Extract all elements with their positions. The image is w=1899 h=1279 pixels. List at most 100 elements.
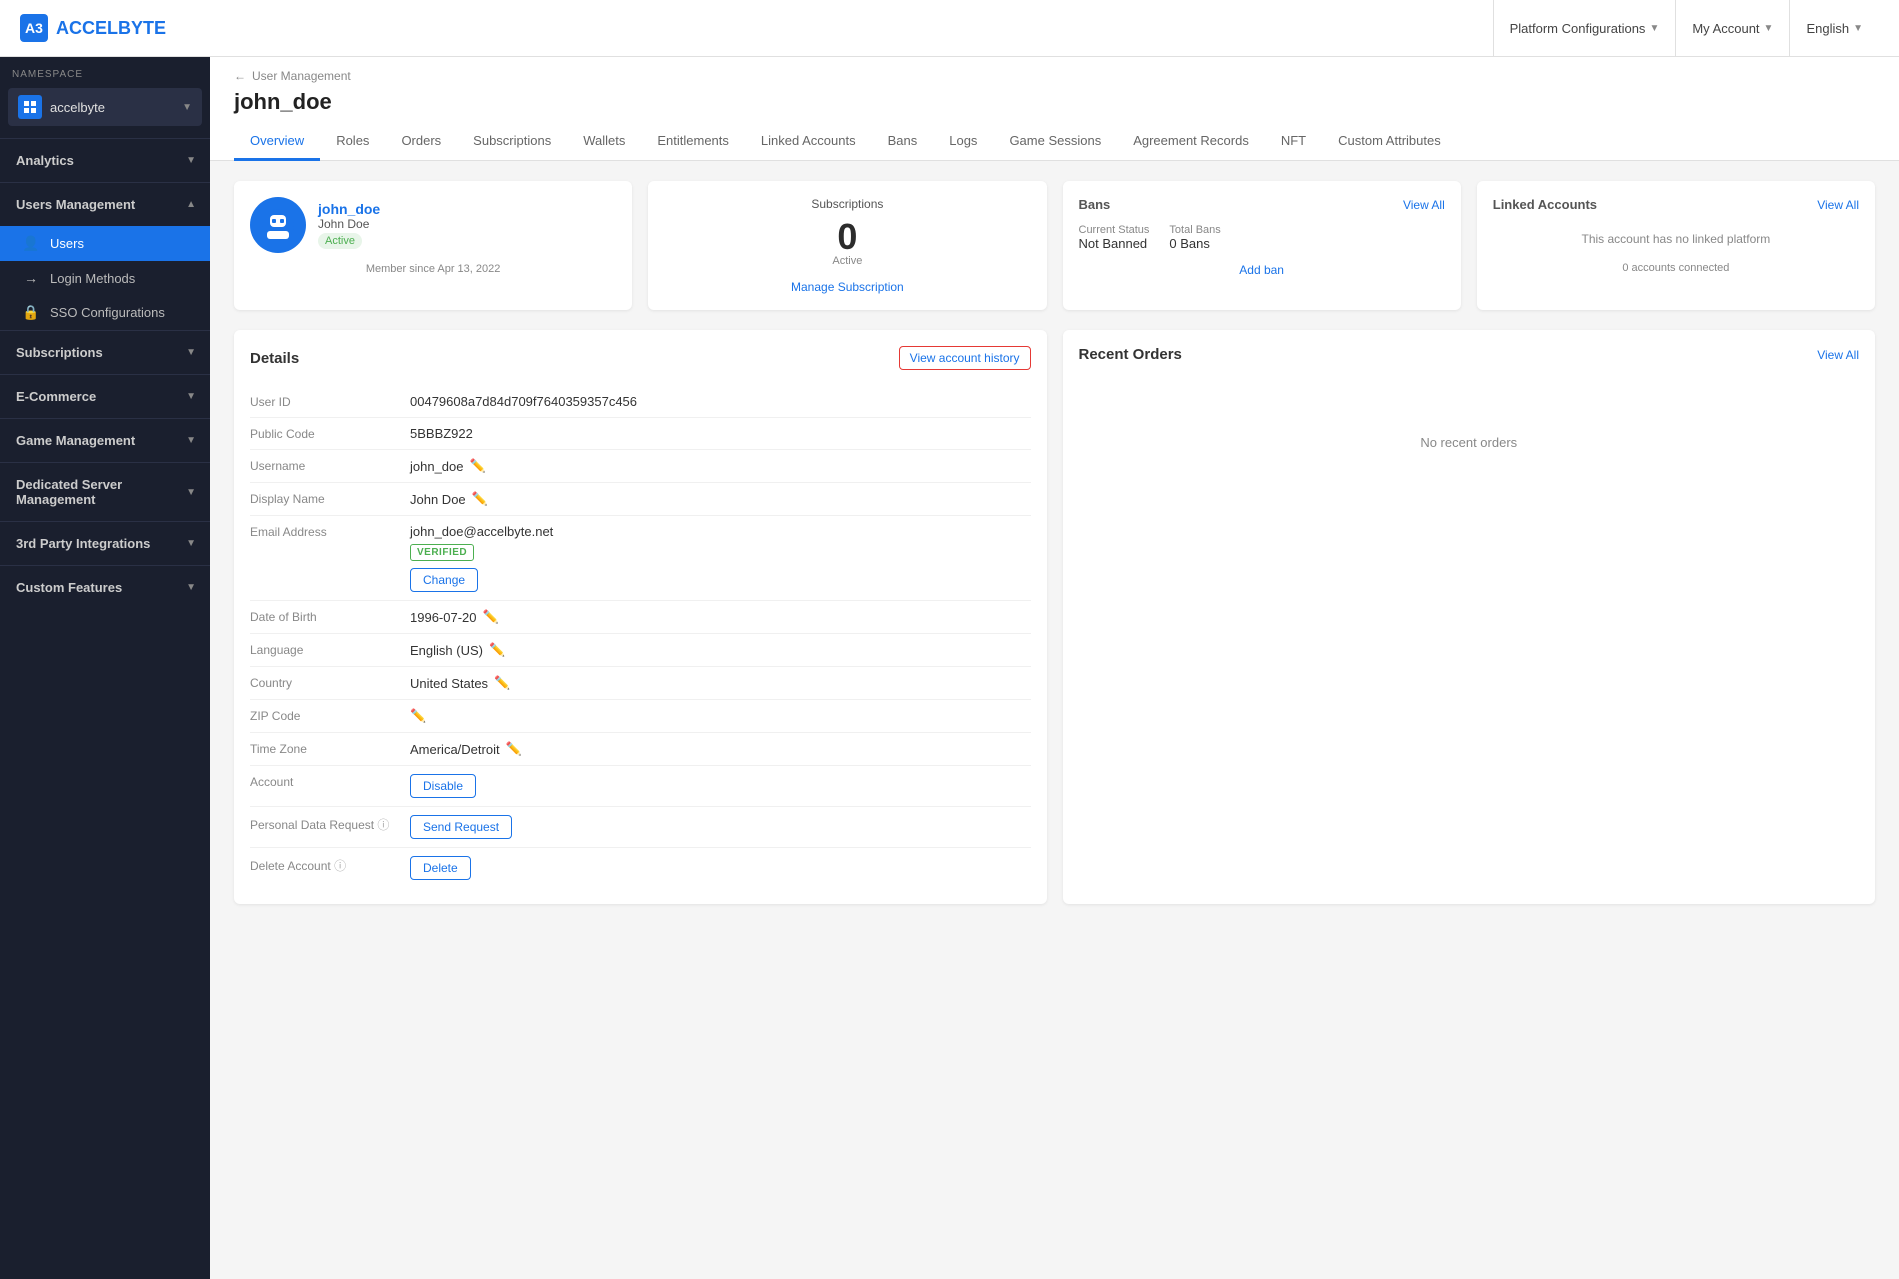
my-account-menu[interactable]: My Account ▼ (1675, 0, 1789, 57)
current-status-stat: Current Status Not Banned (1079, 224, 1150, 251)
sidebar-section-game-header[interactable]: Game Management ▼ (0, 419, 210, 462)
sidebar-section-custom-header[interactable]: Custom Features ▼ (0, 566, 210, 609)
tab-entitlements[interactable]: Entitlements (641, 123, 745, 161)
namespace-label: NAMESPACE (0, 57, 210, 88)
overview-bottom-row: Details View account history User ID 004… (234, 330, 1875, 904)
delete-account-button[interactable]: Delete (410, 856, 471, 880)
3rdparty-caret: ▼ (186, 538, 196, 549)
tab-linked-accounts[interactable]: Linked Accounts (745, 123, 872, 161)
tab-logs[interactable]: Logs (933, 123, 993, 161)
user-display-name: John Doe (318, 217, 380, 231)
value-public-code: 5BBBZ922 (410, 426, 473, 441)
edit-zip-icon[interactable]: ✏️ (410, 708, 426, 724)
namespace-selector[interactable]: accelbyte ▼ (8, 88, 202, 126)
sidebar-section-3rdparty-header[interactable]: 3rd Party Integrations ▼ (0, 522, 210, 565)
tab-bans[interactable]: Bans (872, 123, 934, 161)
edit-dob-icon[interactable]: ✏️ (483, 609, 499, 625)
manage-subscription-link[interactable]: Manage Subscription (791, 280, 904, 294)
detail-row-dob: Date of Birth 1996-07-20 ✏️ (250, 601, 1031, 634)
analytics-caret: ▼ (186, 155, 196, 166)
language-menu[interactable]: English ▼ (1789, 0, 1879, 57)
label-user-id: User ID (250, 394, 410, 409)
namespace-value: accelbyte (50, 100, 174, 115)
no-linked-platform-message: This account has no linked platform (1493, 224, 1859, 254)
personal-data-info-icon: ⓘ (377, 818, 389, 832)
tab-overview[interactable]: Overview (234, 123, 320, 161)
dedicated-caret: ▼ (186, 487, 196, 498)
value-account: Disable (410, 774, 476, 798)
sidebar-section-analytics: Analytics ▼ (0, 138, 210, 182)
linked-accounts-summary-card: Linked Accounts View All This account ha… (1477, 181, 1875, 310)
sidebar-section-ecommerce-header[interactable]: E-Commerce ▼ (0, 375, 210, 418)
sidebar-item-users[interactable]: 👤 Users (0, 226, 210, 261)
sso-icon: 🔒 (22, 304, 40, 321)
change-email-button[interactable]: Change (410, 568, 478, 592)
sidebar-section-subscriptions-label: Subscriptions (16, 345, 103, 360)
tab-wallets[interactable]: Wallets (567, 123, 641, 161)
linked-accounts-view-all[interactable]: View All (1817, 198, 1859, 212)
tab-agreement-records[interactable]: Agreement Records (1117, 123, 1265, 161)
subscriptions-card-title: Subscriptions (664, 197, 1030, 211)
view-account-history-button[interactable]: View account history (899, 346, 1031, 370)
tab-subscriptions[interactable]: Subscriptions (457, 123, 567, 161)
edit-timezone-icon[interactable]: ✏️ (506, 741, 522, 757)
tab-custom-attributes[interactable]: Custom Attributes (1322, 123, 1457, 161)
sidebar-section-users-header[interactable]: Users Management ▲ (0, 183, 210, 226)
add-ban-link[interactable]: Add ban (1079, 263, 1445, 277)
no-recent-orders-message: No recent orders (1079, 375, 1860, 510)
users-icon: 👤 (22, 235, 40, 252)
detail-row-user-id: User ID 00479608a7d84d709f7640359357c456 (250, 386, 1031, 418)
sidebar-section-users-management: Users Management ▲ 👤 Users → Login Metho… (0, 182, 210, 330)
label-personal-data: Personal Data Request ⓘ (250, 815, 410, 833)
platform-configs-label: Platform Configurations (1510, 21, 1646, 36)
user-info-card: john_doe John Doe Active Member since Ap… (234, 181, 632, 310)
language-label: English (1806, 21, 1849, 36)
orders-title: Recent Orders (1079, 346, 1182, 363)
avatar (250, 197, 306, 253)
tab-nft[interactable]: NFT (1265, 123, 1322, 161)
detail-row-timezone: Time Zone America/Detroit ✏️ (250, 733, 1031, 766)
page-body: john_doe John Doe Active Member since Ap… (210, 161, 1899, 924)
breadcrumb-parent[interactable]: User Management (252, 69, 351, 83)
label-zip: ZIP Code (250, 708, 410, 723)
detail-row-zip: ZIP Code ✏️ (250, 700, 1031, 733)
platform-configs-menu[interactable]: Platform Configurations ▼ (1493, 0, 1676, 57)
disable-account-button[interactable]: Disable (410, 774, 476, 798)
breadcrumb-arrow: ← (234, 69, 246, 83)
edit-username-icon[interactable]: ✏️ (470, 458, 486, 474)
value-username: john_doe ✏️ (410, 458, 486, 474)
user-name[interactable]: john_doe (318, 201, 380, 217)
edit-language-icon[interactable]: ✏️ (489, 642, 505, 658)
sidebar-section-ecommerce-label: E-Commerce (16, 389, 96, 404)
sidebar-item-sso[interactable]: 🔒 SSO Configurations (0, 295, 210, 330)
bans-view-all-link[interactable]: View All (1403, 198, 1445, 212)
detail-row-public-code: Public Code 5BBBZ922 (250, 418, 1031, 450)
sidebar-section-subscriptions: Subscriptions ▼ (0, 330, 210, 374)
user-card-header: john_doe John Doe Active (250, 197, 616, 253)
detail-row-country: Country United States ✏️ (250, 667, 1031, 700)
send-request-button[interactable]: Send Request (410, 815, 512, 839)
user-info: john_doe John Doe Active (318, 201, 380, 249)
sidebar-item-login-methods[interactable]: → Login Methods (0, 261, 210, 295)
edit-display-name-icon[interactable]: ✏️ (472, 491, 488, 507)
sidebar-section-subscriptions-header[interactable]: Subscriptions ▼ (0, 331, 210, 374)
sidebar-section-analytics-header[interactable]: Analytics ▼ (0, 139, 210, 182)
my-account-label: My Account (1692, 21, 1759, 36)
sidebar-section-custom-label: Custom Features (16, 580, 122, 595)
orders-view-all-link[interactable]: View All (1817, 348, 1859, 362)
tab-roles[interactable]: Roles (320, 123, 385, 161)
bans-summary-card: Bans View All Current Status Not Banned … (1063, 181, 1461, 310)
label-account: Account (250, 774, 410, 789)
edit-country-icon[interactable]: ✏️ (494, 675, 510, 691)
delete-account-info-icon: ⓘ (334, 859, 346, 873)
detail-row-email: Email Address john_doe@accelbyte.net VER… (250, 516, 1031, 601)
tab-orders[interactable]: Orders (385, 123, 457, 161)
tab-game-sessions[interactable]: Game Sessions (993, 123, 1117, 161)
sidebar-section-3rdparty-label: 3rd Party Integrations (16, 536, 150, 551)
sidebar-section-dedicated-header[interactable]: Dedicated Server Management ▼ (0, 463, 210, 521)
linked-accounts-count: 0 accounts connected (1493, 262, 1859, 274)
sidebar-section-users-label: Users Management (16, 197, 135, 212)
overview-cards-row: john_doe John Doe Active Member since Ap… (234, 181, 1875, 310)
total-bans-stat: Total Bans 0 Bans (1169, 224, 1220, 251)
add-ban-anchor[interactable]: Add ban (1239, 263, 1284, 277)
